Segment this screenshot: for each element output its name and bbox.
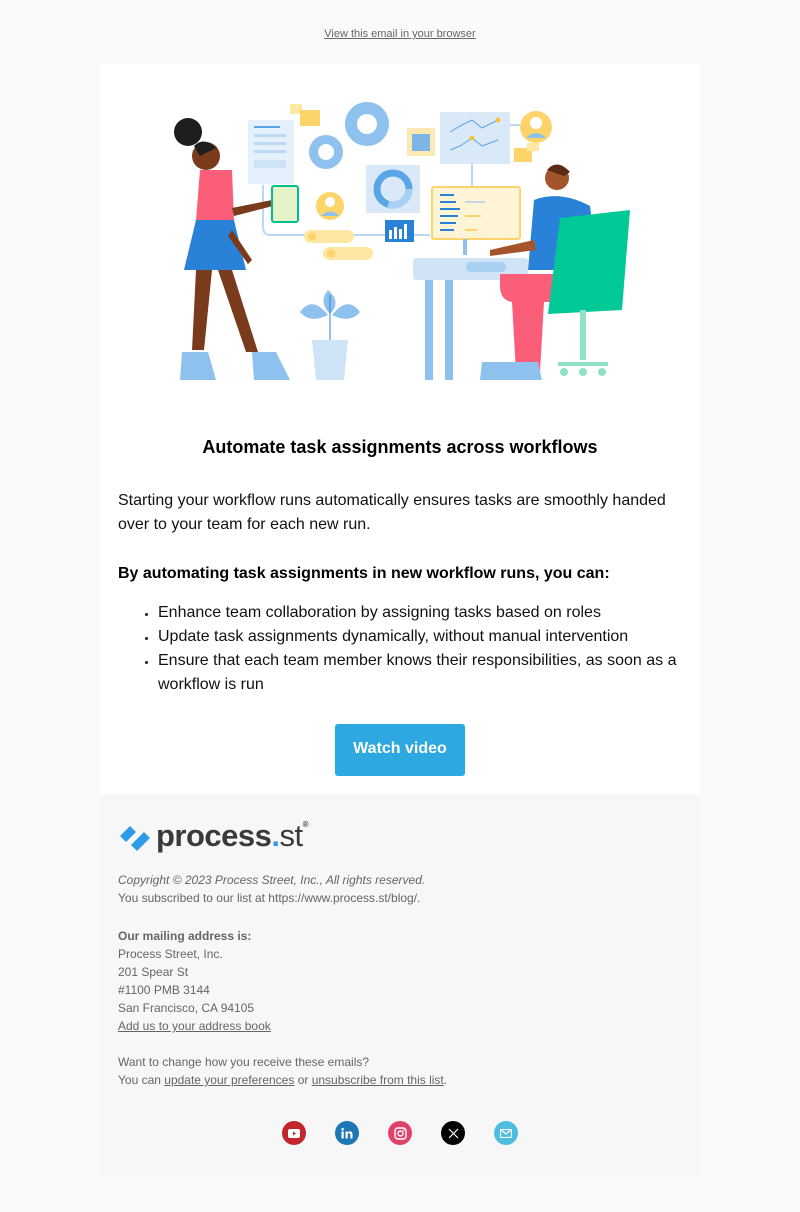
team-workflow-illustration: [174, 102, 630, 380]
watch-video-button[interactable]: Watch video: [335, 724, 465, 776]
hero-illustration: [100, 64, 700, 409]
view-in-browser-link[interactable]: View this email in your browser: [324, 28, 475, 40]
copyright-text: Copyright © 2023 Process Street, Inc., A…: [118, 873, 426, 887]
mailing-address-block: Our mailing address is: Process Street, …: [118, 927, 682, 1035]
email-icon[interactable]: [494, 1121, 518, 1145]
you-can-text: You can: [118, 1073, 165, 1087]
mailing-heading: Our mailing address is:: [118, 929, 252, 943]
address-line: San Francisco, CA 94105: [118, 1001, 255, 1015]
or-text: or: [294, 1073, 312, 1087]
period-text: .: [443, 1073, 448, 1087]
address-line: #1100 PMB 3144: [118, 983, 210, 997]
process-street-logo[interactable]: process.st®: [118, 794, 682, 861]
cta-container: Watch video: [100, 697, 700, 794]
unsubscribe-link[interactable]: unsubscribe from this list: [312, 1073, 444, 1087]
email-body: Starting your workflow runs automaticall…: [100, 489, 700, 697]
benefit-item: Ensure that each team member knows their…: [145, 649, 682, 697]
email-title: Automate task assignments across workflo…: [202, 437, 598, 457]
benefits-list: Enhance team collaboration by assigning …: [118, 601, 682, 697]
benefit-item: Update task assignments dynamically, wit…: [145, 625, 682, 649]
logo-wordmark: process.st®: [156, 818, 309, 853]
subscription-text: You subscribed to our list at https://ww…: [118, 891, 421, 905]
benefit-item: Enhance team collaboration by assigning …: [145, 601, 682, 625]
x-twitter-icon[interactable]: [441, 1121, 465, 1145]
address-line: Process Street, Inc.: [118, 947, 223, 961]
linkedin-icon[interactable]: [335, 1121, 359, 1145]
intro-paragraph: Starting your workflow runs automaticall…: [118, 492, 666, 533]
process-street-logo-icon: [120, 826, 150, 851]
youtube-icon[interactable]: [282, 1121, 306, 1145]
preferences-block: Want to change how you receive these ema…: [118, 1053, 682, 1089]
benefits-heading: By automating task assignments in new wo…: [118, 565, 610, 582]
address-line: 201 Spear St: [118, 965, 189, 979]
preheader: View this email in your browser: [0, 0, 800, 64]
change-text: Want to change how you receive these ema…: [118, 1055, 370, 1069]
email-card: Automate task assignments across workflo…: [100, 64, 700, 794]
social-links: [118, 1121, 682, 1145]
add-to-address-book-link[interactable]: Add us to your address book: [118, 1019, 271, 1033]
update-preferences-link[interactable]: update your preferences: [164, 1073, 294, 1087]
copyright-block: Copyright © 2023 Process Street, Inc., A…: [118, 871, 682, 907]
email-footer: process.st® Copyright © 2023 Process Str…: [100, 794, 700, 1176]
instagram-icon[interactable]: [388, 1121, 412, 1145]
